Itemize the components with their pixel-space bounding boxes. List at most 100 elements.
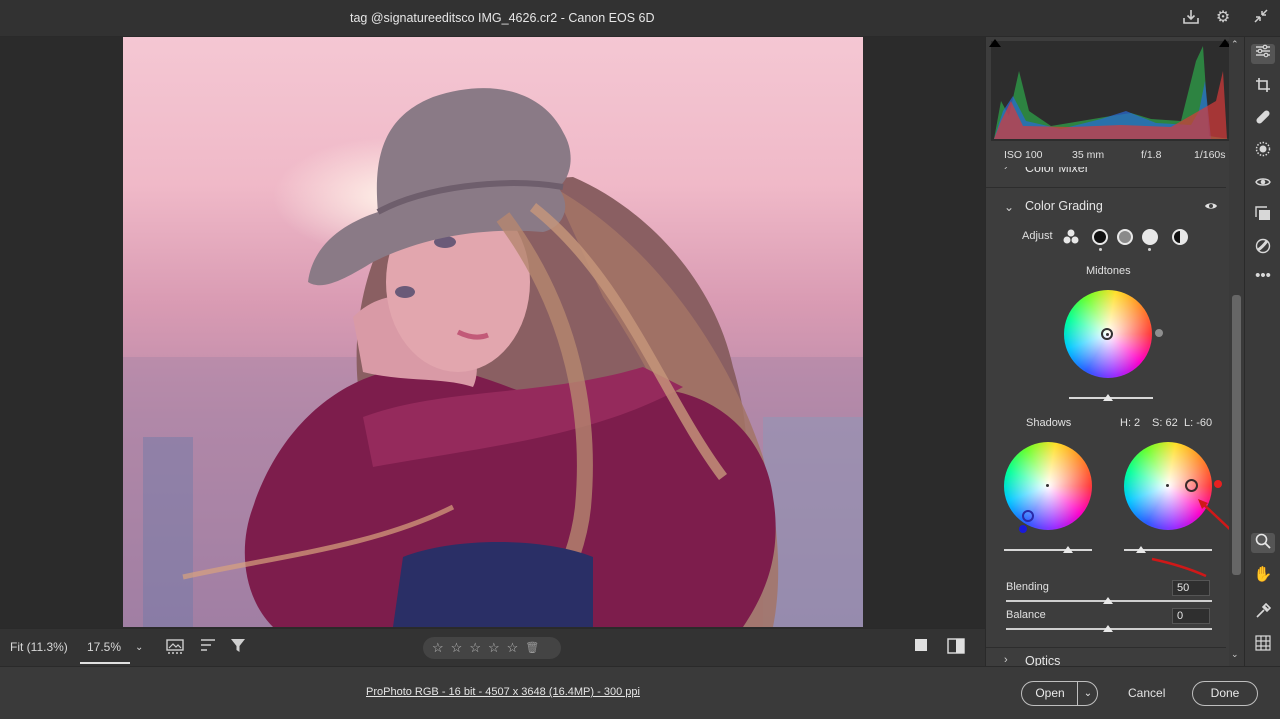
luminance-readout: L: -60: [1184, 417, 1213, 429]
single-view-icon[interactable]: [911, 638, 931, 658]
shadows-wheel-icon[interactable]: [1092, 229, 1108, 245]
midtones-color-wheel[interactable]: [1064, 290, 1152, 378]
color-mixer-section[interactable]: › Color Mixer: [986, 167, 1231, 187]
open-button-group: Open ⌄: [1021, 681, 1098, 706]
hue-readout: H: 2: [1120, 417, 1141, 429]
filmstrip-icon[interactable]: [165, 638, 185, 658]
more-icon[interactable]: •••: [1253, 266, 1273, 286]
chevron-right-icon[interactable]: ›: [1004, 654, 1008, 666]
gear-icon[interactable]: ⚙: [1213, 8, 1233, 28]
fit-zoom-button[interactable]: Fit (11.3%): [10, 640, 68, 654]
selected-dot: [1148, 248, 1151, 251]
rating-stars[interactable]: ☆ ☆ ☆ ☆ ☆ 🗑: [423, 637, 561, 659]
title-bar: tag @signatureeditsco IMG_4626.cr2 - Can…: [0, 0, 1280, 37]
scroll-up-icon[interactable]: ⌃: [1231, 39, 1239, 50]
presets-icon[interactable]: [1253, 238, 1273, 258]
divider: [986, 187, 1226, 188]
global-wheel-icon[interactable]: [1172, 229, 1188, 245]
highlights-wheel-icon[interactable]: [1142, 229, 1158, 245]
shadows-luminance-slider[interactable]: [1004, 549, 1092, 551]
chevron-down-icon[interactable]: ⌄: [1004, 200, 1014, 214]
annotation-arrows-icon: [1151, 499, 1236, 577]
canvas-toolbar: Fit (11.3%) 17.5% ⌄ ☆ ☆ ☆ ☆ ☆ 🗑: [0, 628, 985, 666]
shadows-luminance-thumb[interactable]: [1063, 546, 1073, 553]
chevron-down-icon[interactable]: ⌄: [1080, 682, 1096, 705]
panel-scrollbar[interactable]: ⌃ ⌄: [1229, 37, 1244, 666]
midtones-label: Midtones: [1086, 265, 1131, 277]
hand-tool-icon[interactable]: ✋: [1253, 565, 1273, 585]
color-mixer-label[interactable]: Color Mixer: [1025, 167, 1089, 175]
blending-thumb[interactable]: [1103, 597, 1113, 604]
healing-icon[interactable]: [1253, 109, 1273, 129]
optics-label[interactable]: Optics: [1025, 654, 1060, 666]
star-4-icon[interactable]: ☆: [488, 637, 500, 659]
red-eye-icon[interactable]: [1253, 174, 1273, 194]
divider: [986, 647, 1226, 648]
open-button-divider: [1077, 682, 1078, 705]
adjust-label: Adjust: [1022, 230, 1053, 242]
zoom-tool-icon[interactable]: [1251, 533, 1275, 553]
wheel-center-dot: [1046, 484, 1049, 487]
zoom-dropdown-icon[interactable]: ⌄: [135, 642, 143, 653]
save-image-icon[interactable]: [1181, 8, 1201, 28]
exif-bar: ISO 100 35 mm f/1.8 1/160s: [986, 143, 1231, 167]
midtones-hue-dot[interactable]: [1155, 329, 1163, 337]
window-title: tag @signatureeditsco IMG_4626.cr2 - Can…: [350, 11, 655, 25]
adjust-row: Adjust: [986, 223, 1226, 251]
eyedropper-icon[interactable]: [1253, 602, 1273, 623]
cancel-button[interactable]: Cancel: [1128, 686, 1165, 700]
photo-preview[interactable]: [123, 37, 863, 627]
selected-dot: [1099, 248, 1102, 251]
camera-raw-window: tag @signatureeditsco IMG_4626.cr2 - Can…: [0, 0, 1280, 719]
balance-label: Balance: [1006, 609, 1046, 621]
collapse-icon[interactable]: [1251, 8, 1271, 28]
star-1-icon[interactable]: ☆: [432, 637, 444, 659]
star-3-icon[interactable]: ☆: [469, 637, 481, 659]
wheel-center-dot: [1106, 333, 1109, 336]
zoom-underline: [80, 662, 130, 664]
portrait-illustration: [123, 88, 863, 627]
edit-panel: ISO 100 35 mm f/1.8 1/160s › Color Mixer…: [985, 37, 1236, 666]
midtones-luminance-thumb[interactable]: [1103, 394, 1113, 401]
sort-icon[interactable]: [198, 638, 218, 658]
filter-icon[interactable]: [228, 638, 248, 658]
balance-thumb[interactable]: [1103, 625, 1113, 632]
tool-strip: ••• ✋: [1244, 37, 1280, 666]
scrollbar-thumb[interactable]: [1232, 295, 1241, 575]
image-canvas[interactable]: [0, 37, 985, 628]
shadows-color-wheel[interactable]: [1004, 442, 1092, 530]
workflow-options-link[interactable]: ProPhoto RGB - 16 bit - 4507 x 3648 (16.…: [366, 686, 640, 698]
exif-iso: ISO 100: [1004, 149, 1043, 161]
star-5-icon[interactable]: ☆: [507, 637, 519, 659]
edit-sliders-icon[interactable]: [1251, 44, 1275, 64]
crop-icon[interactable]: [1253, 77, 1273, 97]
open-button[interactable]: Open: [1022, 682, 1078, 705]
snapshots-icon[interactable]: [1253, 206, 1273, 226]
blending-label: Blending: [1006, 581, 1049, 593]
scroll-down-icon[interactable]: ⌄: [1231, 649, 1239, 660]
color-grading-label[interactable]: Color Grading: [1025, 199, 1103, 213]
saturation-readout: S: 62: [1152, 417, 1178, 429]
midtones-wheel-icon[interactable]: [1117, 229, 1133, 245]
grid-icon[interactable]: [1253, 635, 1273, 655]
shadows-handle[interactable]: [1022, 510, 1034, 522]
optics-section[interactable]: › Optics: [986, 649, 1226, 666]
eye-icon[interactable]: [1204, 199, 1218, 214]
balance-value-field[interactable]: 0: [1172, 608, 1210, 624]
before-after-icon[interactable]: [946, 638, 966, 658]
color-grading-header[interactable]: ⌄ Color Grading: [986, 197, 1226, 221]
trash-icon[interactable]: 🗑: [525, 637, 539, 659]
shadow-clipping-icon[interactable]: [989, 39, 1001, 47]
histogram: [989, 39, 1231, 141]
mask-icon[interactable]: [1253, 141, 1273, 161]
zoom-level-field[interactable]: 17.5%: [87, 640, 121, 654]
shadows-label: Shadows: [1026, 417, 1072, 429]
shadows-hue-dot[interactable]: [1019, 525, 1027, 533]
exif-shutter: 1/160s: [1194, 149, 1226, 161]
footer-bar: ProPhoto RGB - 16 bit - 4507 x 3648 (16.…: [0, 666, 1280, 719]
three-way-icon[interactable]: [1062, 228, 1080, 249]
blending-value-field[interactable]: 50: [1172, 580, 1210, 596]
chevron-right-icon[interactable]: ›: [1004, 167, 1008, 173]
done-button[interactable]: Done: [1192, 681, 1258, 706]
star-2-icon[interactable]: ☆: [451, 637, 463, 659]
